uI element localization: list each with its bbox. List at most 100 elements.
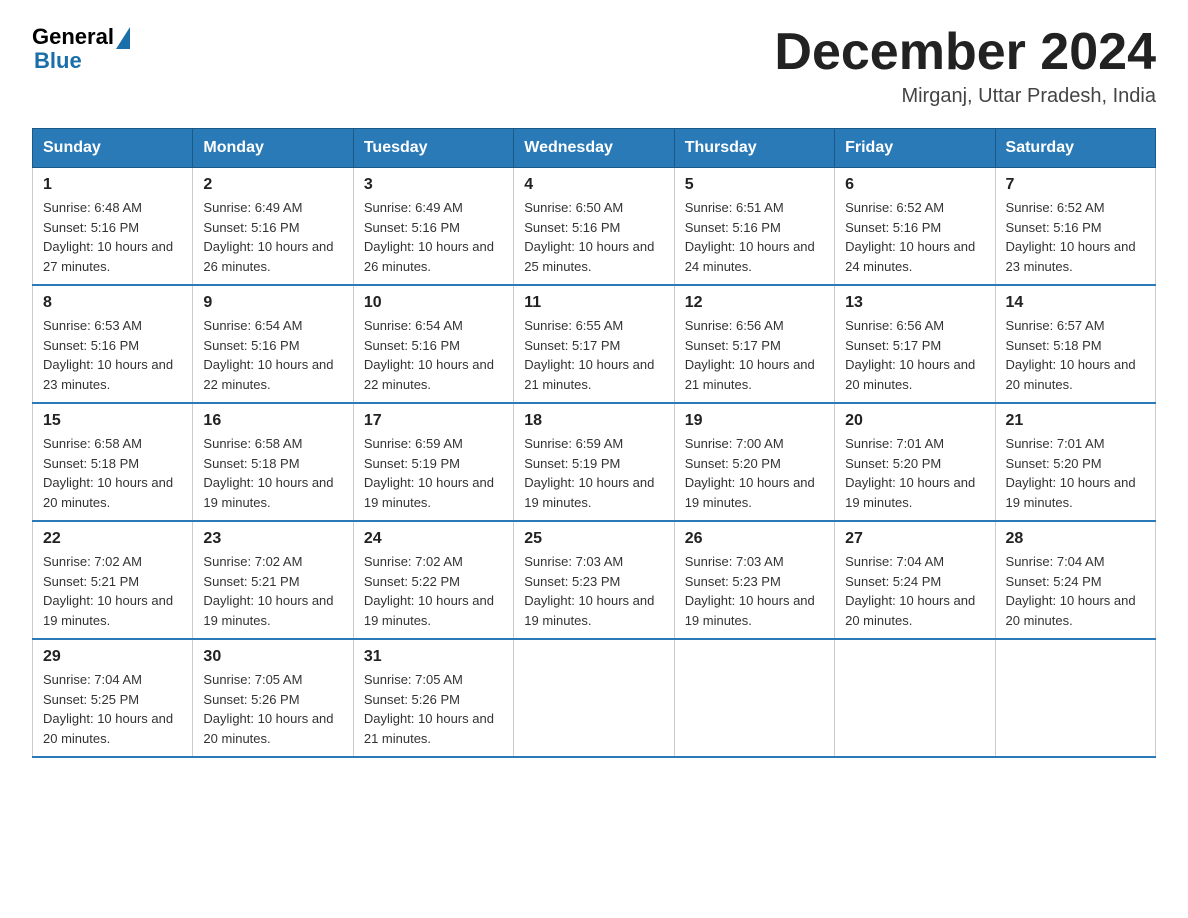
logo: General Blue: [32, 24, 130, 74]
day-number: 29: [43, 648, 182, 666]
day-number: 4: [524, 176, 663, 194]
day-info: Sunrise: 6:56 AMSunset: 5:17 PMDaylight:…: [845, 316, 984, 394]
day-number: 10: [364, 294, 503, 312]
calendar-cell: [674, 639, 834, 757]
calendar-table: SundayMondayTuesdayWednesdayThursdayFrid…: [32, 128, 1156, 758]
weekday-header-row: SundayMondayTuesdayWednesdayThursdayFrid…: [33, 129, 1156, 168]
calendar-cell: 29 Sunrise: 7:04 AMSunset: 5:25 PMDayligh…: [33, 639, 193, 757]
calendar-cell: [835, 639, 995, 757]
day-number: 31: [364, 648, 503, 666]
logo-blue-text: Blue: [32, 48, 82, 74]
calendar-cell: 6Sunrise: 6:52 AMSunset: 5:16 PMDaylight…: [835, 168, 995, 286]
day-info: Sunrise: 7:04 AMSunset: 5:25 PMDaylight:…: [43, 670, 182, 748]
calendar-cell: [995, 639, 1155, 757]
day-number: 24: [364, 530, 503, 548]
day-info: Sunrise: 6:52 AMSunset: 5:16 PMDaylight:…: [1006, 198, 1145, 276]
day-info: Sunrise: 7:01 AMSunset: 5:20 PMDaylight:…: [1006, 434, 1145, 512]
day-number: 27: [845, 530, 984, 548]
calendar-cell: 2 Sunrise: 6:49 AMSunset: 5:16 PMDaylight…: [193, 168, 353, 286]
day-number: 25: [524, 530, 663, 548]
day-info: Sunrise: 7:01 AMSunset: 5:20 PMDaylight:…: [845, 434, 984, 512]
weekday-header-sunday: Sunday: [33, 129, 193, 168]
day-info: Sunrise: 6:48 AMSunset: 5:16 PMDaylight:…: [43, 198, 182, 276]
calendar-cell: 24 Sunrise: 7:02 AMSunset: 5:22 PMDayligh…: [353, 521, 513, 639]
location-subtitle: Mirganj, Uttar Pradesh, India: [774, 85, 1156, 108]
calendar-cell: 22Sunrise: 7:02 AMSunset: 5:21 PMDayligh…: [33, 521, 193, 639]
day-number: 15: [43, 412, 182, 430]
calendar-cell: 3 Sunrise: 6:49 AMSunset: 5:16 PMDaylight…: [353, 168, 513, 286]
day-info: Sunrise: 6:51 AMSunset: 5:16 PMDaylight:…: [685, 198, 824, 276]
calendar-cell: 21Sunrise: 7:01 AMSunset: 5:20 PMDayligh…: [995, 403, 1155, 521]
calendar-cell: 4 Sunrise: 6:50 AMSunset: 5:16 PMDaylight…: [514, 168, 674, 286]
logo-general-text: General: [32, 24, 114, 50]
day-info: Sunrise: 6:56 AMSunset: 5:17 PMDaylight:…: [685, 316, 824, 394]
calendar-body: 1Sunrise: 6:48 AMSunset: 5:16 PMDaylight…: [33, 168, 1156, 758]
day-info: Sunrise: 6:50 AMSunset: 5:16 PMDaylight:…: [524, 198, 663, 276]
day-number: 17: [364, 412, 503, 430]
calendar-week-3: 15 Sunrise: 6:58 AMSunset: 5:18 PMDayligh…: [33, 403, 1156, 521]
day-info: Sunrise: 6:49 AMSunset: 5:16 PMDaylight:…: [364, 198, 503, 276]
calendar-cell: 12 Sunrise: 6:56 AMSunset: 5:17 PMDayligh…: [674, 285, 834, 403]
day-number: 3: [364, 176, 503, 194]
day-number: 18: [524, 412, 663, 430]
month-title: December 2024: [774, 24, 1156, 81]
calendar-cell: 16 Sunrise: 6:58 AMSunset: 5:18 PMDayligh…: [193, 403, 353, 521]
day-number: 9: [203, 294, 342, 312]
day-number: 22: [43, 530, 182, 548]
weekday-header-tuesday: Tuesday: [353, 129, 513, 168]
calendar-cell: 26Sunrise: 7:03 AMSunset: 5:23 PMDayligh…: [674, 521, 834, 639]
calendar-header: SundayMondayTuesdayWednesdayThursdayFrid…: [33, 129, 1156, 168]
calendar-week-4: 22Sunrise: 7:02 AMSunset: 5:21 PMDayligh…: [33, 521, 1156, 639]
day-info: Sunrise: 7:03 AMSunset: 5:23 PMDaylight:…: [685, 552, 824, 630]
calendar-cell: 28 Sunrise: 7:04 AMSunset: 5:24 PMDayligh…: [995, 521, 1155, 639]
calendar-cell: 9 Sunrise: 6:54 AMSunset: 5:16 PMDaylight…: [193, 285, 353, 403]
calendar-cell: 8Sunrise: 6:53 AMSunset: 5:16 PMDaylight…: [33, 285, 193, 403]
calendar-cell: 1Sunrise: 6:48 AMSunset: 5:16 PMDaylight…: [33, 168, 193, 286]
day-info: Sunrise: 7:03 AMSunset: 5:23 PMDaylight:…: [524, 552, 663, 630]
day-info: Sunrise: 6:53 AMSunset: 5:16 PMDaylight:…: [43, 316, 182, 394]
day-info: Sunrise: 7:02 AMSunset: 5:22 PMDaylight:…: [364, 552, 503, 630]
day-info: Sunrise: 6:49 AMSunset: 5:16 PMDaylight:…: [203, 198, 342, 276]
calendar-cell: 19 Sunrise: 7:00 AMSunset: 5:20 PMDayligh…: [674, 403, 834, 521]
calendar-cell: 5 Sunrise: 6:51 AMSunset: 5:16 PMDaylight…: [674, 168, 834, 286]
day-number: 6: [845, 176, 984, 194]
weekday-header-saturday: Saturday: [995, 129, 1155, 168]
day-info: Sunrise: 7:04 AMSunset: 5:24 PMDaylight:…: [845, 552, 984, 630]
day-number: 7: [1006, 176, 1145, 194]
calendar-cell: 18Sunrise: 6:59 AMSunset: 5:19 PMDayligh…: [514, 403, 674, 521]
day-info: Sunrise: 6:57 AMSunset: 5:18 PMDaylight:…: [1006, 316, 1145, 394]
day-number: 19: [685, 412, 824, 430]
day-number: 12: [685, 294, 824, 312]
calendar-cell: 14 Sunrise: 6:57 AMSunset: 5:18 PMDayligh…: [995, 285, 1155, 403]
day-number: 2: [203, 176, 342, 194]
calendar-week-2: 8Sunrise: 6:53 AMSunset: 5:16 PMDaylight…: [33, 285, 1156, 403]
calendar-cell: 30Sunrise: 7:05 AMSunset: 5:26 PMDayligh…: [193, 639, 353, 757]
day-number: 16: [203, 412, 342, 430]
day-info: Sunrise: 6:54 AMSunset: 5:16 PMDaylight:…: [203, 316, 342, 394]
calendar-cell: [514, 639, 674, 757]
day-info: Sunrise: 6:59 AMSunset: 5:19 PMDaylight:…: [364, 434, 503, 512]
day-info: Sunrise: 6:54 AMSunset: 5:16 PMDaylight:…: [364, 316, 503, 394]
weekday-header-thursday: Thursday: [674, 129, 834, 168]
weekday-header-friday: Friday: [835, 129, 995, 168]
day-info: Sunrise: 6:58 AMSunset: 5:18 PMDaylight:…: [203, 434, 342, 512]
day-info: Sunrise: 7:04 AMSunset: 5:24 PMDaylight:…: [1006, 552, 1145, 630]
calendar-cell: 10 Sunrise: 6:54 AMSunset: 5:16 PMDayligh…: [353, 285, 513, 403]
day-info: Sunrise: 7:00 AMSunset: 5:20 PMDaylight:…: [685, 434, 824, 512]
day-number: 13: [845, 294, 984, 312]
page-header: General Blue December 2024 Mirganj, Utta…: [32, 24, 1156, 108]
calendar-cell: 20Sunrise: 7:01 AMSunset: 5:20 PMDayligh…: [835, 403, 995, 521]
weekday-header-monday: Monday: [193, 129, 353, 168]
calendar-cell: 27 Sunrise: 7:04 AMSunset: 5:24 PMDayligh…: [835, 521, 995, 639]
calendar-cell: 7 Sunrise: 6:52 AMSunset: 5:16 PMDaylight…: [995, 168, 1155, 286]
day-number: 14: [1006, 294, 1145, 312]
day-info: Sunrise: 6:58 AMSunset: 5:18 PMDaylight:…: [43, 434, 182, 512]
calendar-cell: 17 Sunrise: 6:59 AMSunset: 5:19 PMDayligh…: [353, 403, 513, 521]
logo-triangle-icon: [116, 27, 130, 49]
day-number: 11: [524, 294, 663, 312]
day-number: 28: [1006, 530, 1145, 548]
day-info: Sunrise: 7:05 AMSunset: 5:26 PMDaylight:…: [203, 670, 342, 748]
calendar-cell: 13 Sunrise: 6:56 AMSunset: 5:17 PMDayligh…: [835, 285, 995, 403]
day-number: 5: [685, 176, 824, 194]
day-info: Sunrise: 6:55 AMSunset: 5:17 PMDaylight:…: [524, 316, 663, 394]
